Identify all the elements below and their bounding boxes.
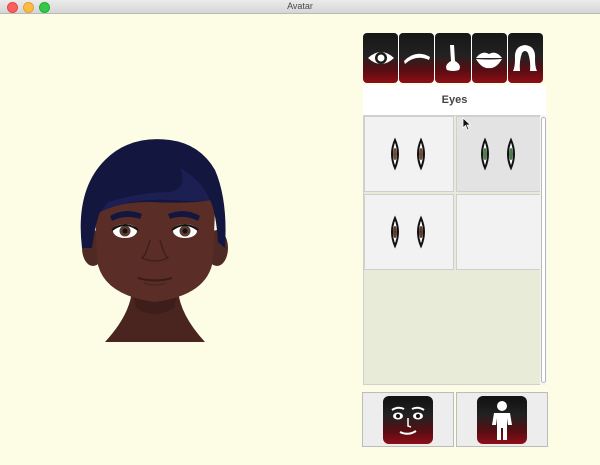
nose-icon: [446, 45, 460, 71]
eye-icon: [367, 52, 394, 64]
eyebrow-icon: [403, 53, 430, 64]
person-icon: [492, 400, 512, 440]
mouse-cursor-icon: [462, 117, 472, 131]
lips-icon: [476, 52, 503, 69]
eyes-preview-icon: [391, 137, 425, 171]
eyes-option-4[interactable]: [456, 194, 542, 270]
tab-hair[interactable]: [507, 33, 543, 83]
face-button[interactable]: [362, 392, 454, 447]
options-grid: [363, 115, 543, 385]
eyes-option-3[interactable]: [364, 194, 454, 270]
section-title: Eyes: [363, 85, 546, 115]
body-button[interactable]: [456, 392, 548, 447]
tab-mouth[interactable]: [471, 33, 507, 83]
avatar-preview: [70, 130, 240, 350]
eyes-preview-icon: [481, 137, 515, 171]
customization-panel: Eyes: [362, 33, 548, 448]
window-title: Avatar: [287, 1, 313, 11]
options-scrollbar[interactable]: [540, 115, 547, 385]
tab-nose[interactable]: [435, 33, 471, 83]
face-icon: [391, 406, 425, 435]
eyes-preview-icon: [391, 215, 425, 249]
title-bar: Avatar: [0, 0, 600, 14]
scrollbar-thumb[interactable]: [541, 117, 546, 383]
tab-eyes[interactable]: [363, 33, 399, 83]
hair-icon: [513, 45, 538, 71]
tab-eyebrows[interactable]: [399, 33, 435, 83]
eyes-option-1[interactable]: [364, 116, 454, 192]
feature-tab-bar: [363, 33, 543, 83]
